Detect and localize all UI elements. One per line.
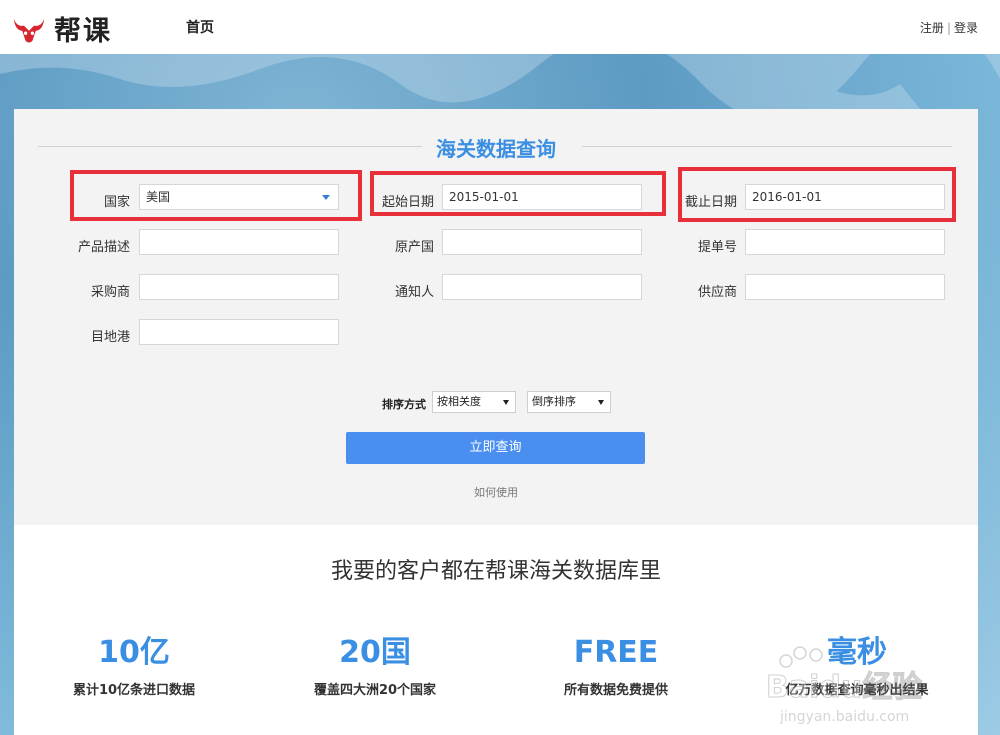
supplier-input[interactable] <box>745 274 945 300</box>
sort-label: 排序方式 <box>382 398 426 411</box>
auth-links: 注册 | 登录 <box>920 19 978 36</box>
customs-query-panel: 海关数据查询 国家 美国 起始日期 2015-01-01 截止日期 2016-0… <box>14 109 978 525</box>
bill-no-input[interactable] <box>745 229 945 255</box>
dropdown-arrow-icon <box>503 400 509 405</box>
bill-no-label: 提单号 <box>697 240 737 255</box>
logo-text: 帮课 <box>54 16 112 47</box>
highlight-box-end-date <box>678 167 956 222</box>
login-link[interactable]: 登录 <box>954 21 978 35</box>
dest-port-label: 目地港 <box>90 330 130 345</box>
baidu-watermark: Baidu经验 jingyan.baidu.com <box>766 646 923 725</box>
stat-description: 覆盖四大洲20个国家 <box>313 683 437 698</box>
logo[interactable]: 帮课 <box>12 9 112 48</box>
sort-order-value: 倒序排序 <box>532 395 576 408</box>
query-button[interactable]: 立即查询 <box>346 432 645 464</box>
stat-description: 所有数据免费提供 <box>563 683 668 698</box>
notify-party-input[interactable] <box>442 274 642 300</box>
product-desc-label: 产品描述 <box>77 240 130 255</box>
how-to-use-link: 如何使用 <box>14 484 978 500</box>
stat-number: FREE <box>573 635 659 670</box>
map-landmass-decoration <box>0 54 1000 114</box>
product-desc-input[interactable] <box>139 229 339 255</box>
stat-number: 10亿 <box>98 635 170 670</box>
stat-item: FREE 所有数据免费提供 <box>516 635 716 698</box>
nav-home-link[interactable]: 首页 <box>186 17 214 37</box>
panel-title: 海关数据查询 <box>14 133 978 162</box>
highlight-box-start-date <box>370 171 666 216</box>
sort-by-value: 按相关度 <box>437 395 481 408</box>
stat-item: 10亿 累计10亿条进口数据 <box>34 635 234 698</box>
watermark-brand: Baidu经验 <box>766 670 922 705</box>
sort-by-select[interactable]: 按相关度 <box>432 391 516 413</box>
register-link[interactable]: 注册 <box>920 21 944 35</box>
stat-description: 累计10亿条进口数据 <box>72 683 196 698</box>
origin-country-label: 原产国 <box>394 240 434 255</box>
dropdown-arrow-icon <box>598 400 604 405</box>
supplier-label: 供应商 <box>697 285 737 300</box>
stat-item: 20国 覆盖四大洲20个国家 <box>275 635 475 698</box>
sort-order-select[interactable]: 倒序排序 <box>527 391 611 413</box>
watermark-sub: jingyan.baidu.com <box>779 709 909 725</box>
buyer-input[interactable] <box>139 274 339 300</box>
dest-port-input[interactable] <box>139 319 339 345</box>
buyer-label: 采购商 <box>90 285 130 300</box>
features-title: 我要的客户都在帮课海关数据库里 <box>330 559 661 584</box>
how-to-use-text[interactable]: 如何使用 <box>474 486 518 499</box>
notify-party-label: 通知人 <box>394 285 434 300</box>
origin-country-input[interactable] <box>442 229 642 255</box>
highlight-box-country <box>70 170 362 221</box>
bull-logo-icon <box>13 18 45 43</box>
stat-number: 20国 <box>339 635 411 670</box>
top-header: 帮课 首页 注册 | 登录 <box>0 0 1000 55</box>
auth-separator: | <box>946 21 951 35</box>
